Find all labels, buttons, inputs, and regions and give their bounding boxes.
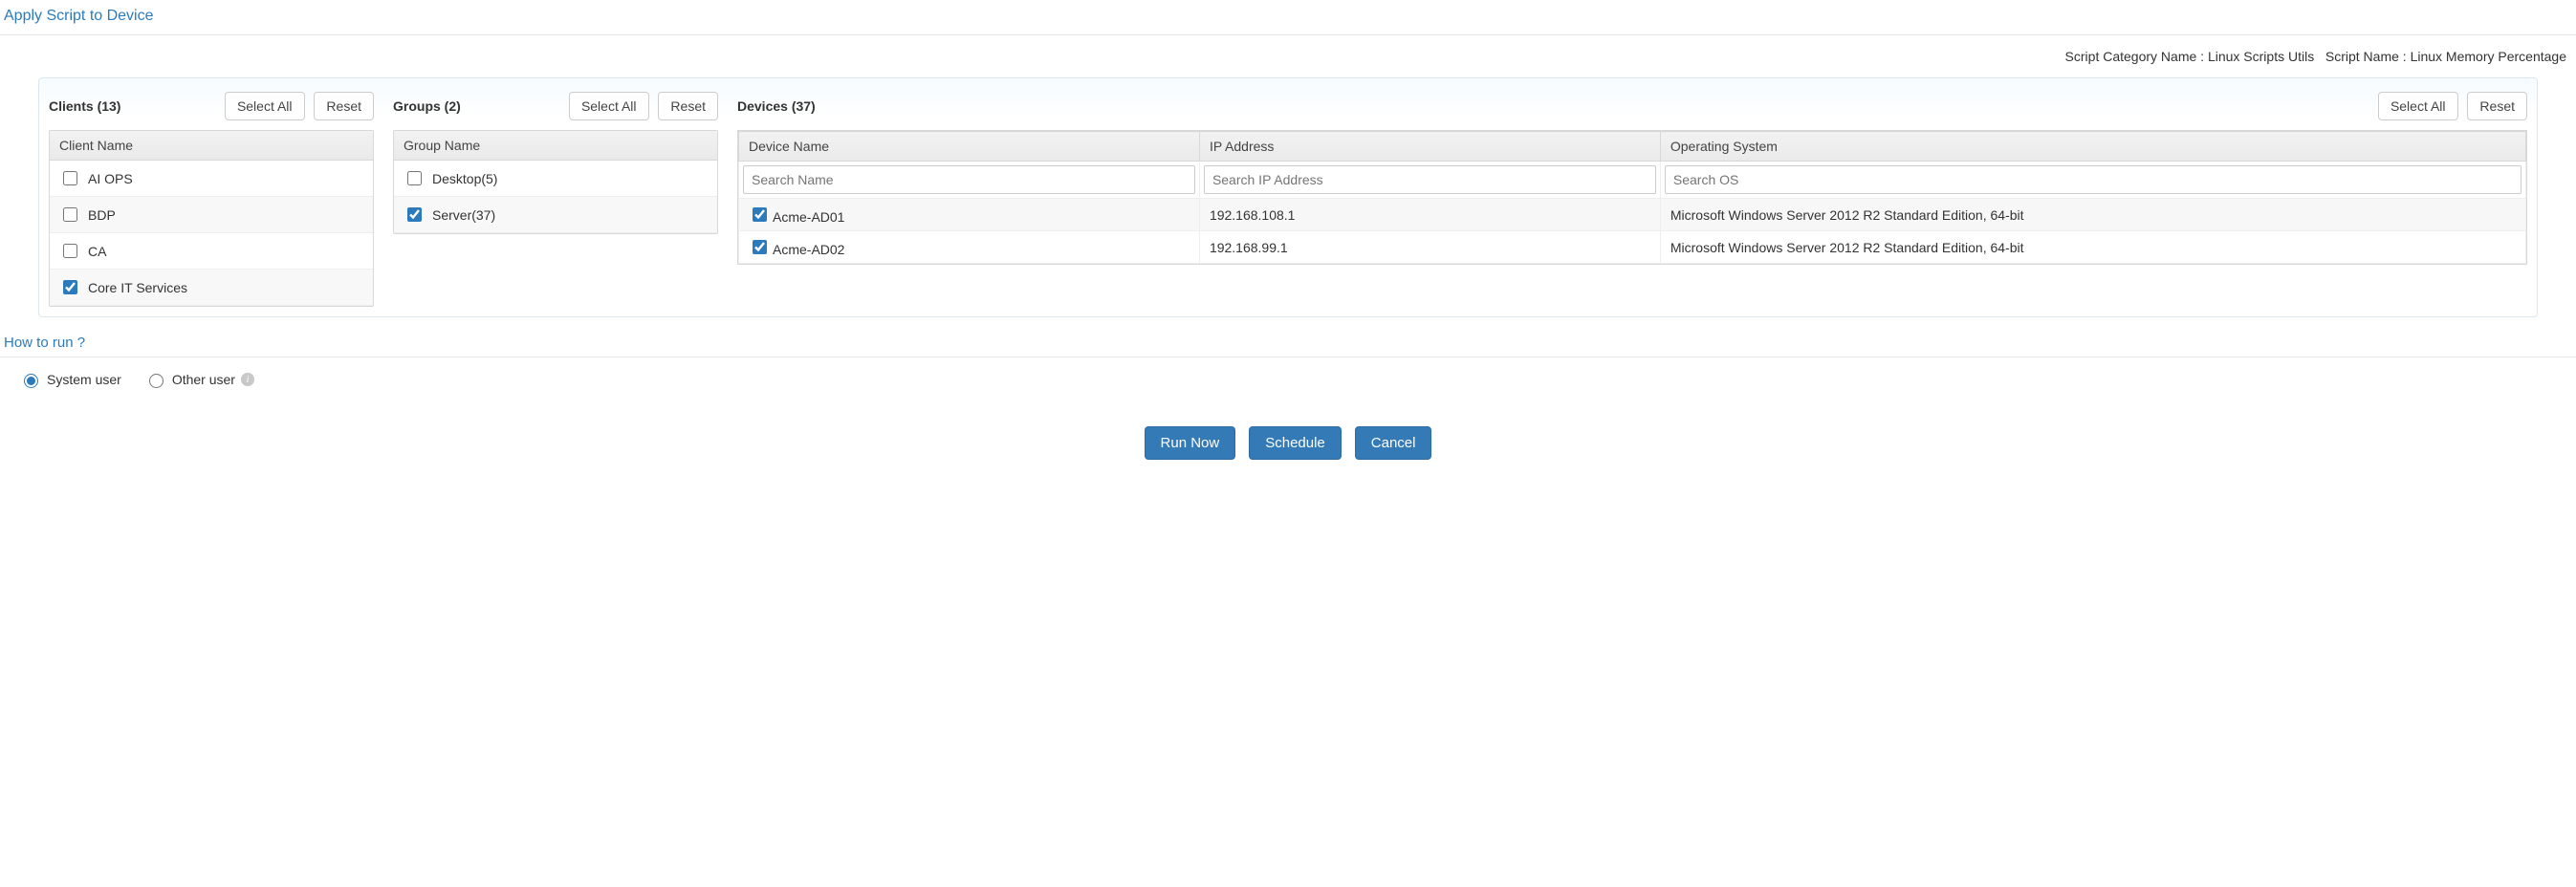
- groups-select-all-button[interactable]: Select All: [569, 92, 649, 120]
- run-as-system[interactable]: System user: [19, 371, 121, 388]
- list-item[interactable]: AI OPS: [50, 161, 373, 197]
- selection-panels: Clients (13) Select All Reset Client Nam…: [38, 77, 2538, 317]
- devices-title: Devices (37): [737, 98, 816, 114]
- category-value: Linux Scripts Utils: [2208, 49, 2314, 64]
- page-title: Apply Script to Device: [0, 0, 2576, 35]
- devices-col-os[interactable]: Operating System: [1660, 132, 2525, 162]
- devices-table: Device Name IP Address Operating System …: [738, 131, 2526, 264]
- list-item-label: AI OPS: [88, 171, 133, 186]
- list-item-label: Desktop(5): [432, 171, 497, 186]
- how-to-run-heading: How to run ?: [0, 321, 2576, 357]
- list-item[interactable]: Desktop(5): [394, 161, 717, 197]
- script-meta: Script Category Name : Linux Scripts Uti…: [0, 35, 2576, 64]
- device-os: Microsoft Windows Server 2012 R2 Standar…: [1660, 231, 2525, 264]
- schedule-button[interactable]: Schedule: [1249, 426, 1342, 460]
- groups-title: Groups (2): [393, 98, 461, 114]
- list-item-label: CA: [88, 244, 106, 259]
- table-row[interactable]: Acme-AD02 192.168.99.1Microsoft Windows S…: [739, 231, 2526, 264]
- devices-search-row: [739, 162, 2526, 199]
- device-checkbox[interactable]: [753, 240, 767, 254]
- groups-list[interactable]: Desktop(5) Server(37): [394, 161, 717, 233]
- device-name: Acme-AD02: [773, 242, 844, 257]
- list-item-checkbox[interactable]: [63, 280, 77, 294]
- list-item-checkbox[interactable]: [63, 171, 77, 185]
- footer-buttons: Run Now Schedule Cancel: [0, 398, 2576, 475]
- list-item-checkbox[interactable]: [407, 171, 422, 185]
- list-item[interactable]: Core IT Services: [50, 270, 373, 306]
- list-item-checkbox[interactable]: [407, 207, 422, 222]
- run-as-system-label: System user: [47, 372, 121, 387]
- script-label: Script Name :: [2325, 49, 2407, 64]
- device-os: Microsoft Windows Server 2012 R2 Standar…: [1660, 199, 2525, 231]
- groups-reset-button[interactable]: Reset: [658, 92, 718, 120]
- list-item-label: Core IT Services: [88, 280, 187, 295]
- script-value: Linux Memory Percentage: [2411, 49, 2566, 64]
- clients-title: Clients (13): [49, 98, 120, 114]
- run-as-options: System user Other user i: [0, 357, 2576, 398]
- list-item[interactable]: Server(37): [394, 197, 717, 233]
- devices-reset-button[interactable]: Reset: [2467, 92, 2527, 120]
- run-as-other[interactable]: Other user i: [144, 371, 254, 388]
- list-item-checkbox[interactable]: [63, 244, 77, 258]
- search-os-input[interactable]: [1665, 165, 2521, 194]
- devices-select-all-button[interactable]: Select All: [2378, 92, 2458, 120]
- device-ip: 192.168.99.1: [1199, 231, 1660, 264]
- list-item-checkbox[interactable]: [63, 207, 77, 222]
- run-as-other-label: Other user: [172, 372, 235, 387]
- list-item[interactable]: CA: [50, 233, 373, 270]
- list-item-label: BDP: [88, 207, 116, 223]
- search-name-input[interactable]: [743, 165, 1195, 194]
- clients-reset-button[interactable]: Reset: [314, 92, 374, 120]
- run-as-other-radio[interactable]: [149, 374, 164, 388]
- devices-col-ip[interactable]: IP Address: [1199, 132, 1660, 162]
- groups-panel: Groups (2) Select All Reset Group Name D…: [393, 86, 718, 307]
- cancel-button[interactable]: Cancel: [1355, 426, 1432, 460]
- groups-column-header: Group Name: [394, 131, 717, 161]
- device-name: Acme-AD01: [773, 209, 844, 225]
- clients-list[interactable]: AI OPS BDP CA Core IT Services: [50, 161, 373, 306]
- clients-column-header: Client Name: [50, 131, 373, 161]
- list-item[interactable]: BDP: [50, 197, 373, 233]
- table-row[interactable]: Acme-AD01 192.168.108.1Microsoft Windows …: [739, 199, 2526, 231]
- search-ip-input[interactable]: [1204, 165, 1656, 194]
- list-item-label: Server(37): [432, 207, 495, 223]
- category-label: Script Category Name :: [2065, 49, 2205, 64]
- run-now-button[interactable]: Run Now: [1145, 426, 1236, 460]
- devices-panel: Devices (37) Select All Reset Device Nam…: [737, 86, 2527, 307]
- run-as-system-radio[interactable]: [24, 374, 38, 388]
- clients-select-all-button[interactable]: Select All: [225, 92, 305, 120]
- devices-col-name[interactable]: Device Name: [739, 132, 1200, 162]
- info-icon[interactable]: i: [241, 373, 254, 386]
- clients-panel: Clients (13) Select All Reset Client Nam…: [49, 86, 374, 307]
- device-ip: 192.168.108.1: [1199, 199, 1660, 231]
- device-checkbox[interactable]: [753, 207, 767, 222]
